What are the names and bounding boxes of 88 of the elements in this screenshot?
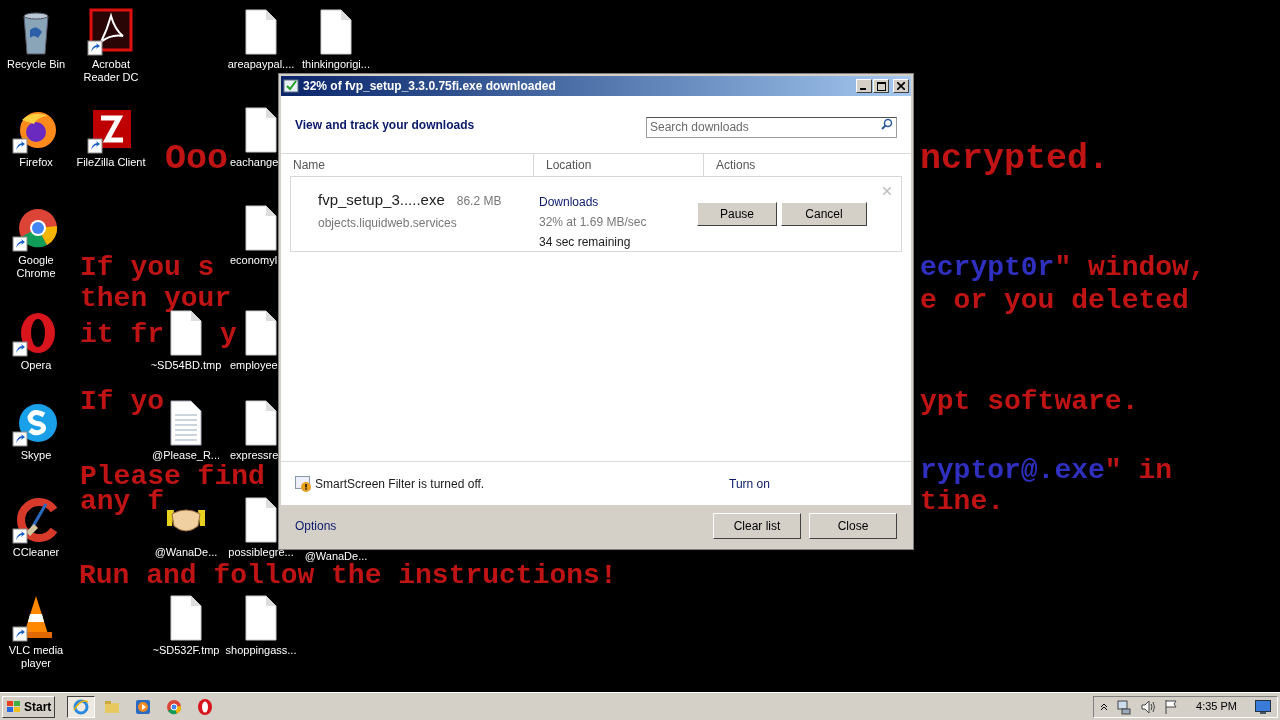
speaker-icon[interactable] [1140, 698, 1157, 715]
flag-icon[interactable] [1164, 698, 1179, 715]
wallpaper-text: ypt software. [920, 391, 1139, 413]
minimize-button[interactable] [856, 79, 872, 93]
desktop-icon-label[interactable]: employee [230, 359, 278, 372]
turn-on-link[interactable]: Turn on [729, 474, 770, 493]
close-icon [897, 82, 905, 90]
desktop-icon-label[interactable]: @WanaDe... [299, 550, 373, 563]
column-header[interactable]: Name [293, 156, 325, 174]
dialog-button[interactable]: Pause [697, 201, 777, 226]
dialog-button[interactable]: Cancel [781, 201, 867, 226]
file-name: fvp_setup_3.....exe [318, 190, 445, 210]
desktop-icon-label[interactable]: Skype [0, 449, 73, 462]
browser-icon [72, 697, 91, 716]
file-icon[interactable] [245, 205, 277, 251]
desktop-icon-label[interactable]: Acrobat Reader DC [74, 58, 148, 84]
wallpaper-text: any f [80, 491, 164, 513]
search-icon[interactable] [881, 118, 893, 130]
wallpaper-text: ryptor@.exe" in [920, 460, 1173, 482]
taskbar-app-button[interactable] [67, 695, 96, 718]
desktop-icon-label[interactable]: thinkingorigi... [299, 58, 373, 71]
media-player-icon [134, 697, 153, 716]
chevron-up-icon[interactable] [1100, 702, 1109, 711]
desktop-icon-label[interactable]: economyl [230, 254, 278, 267]
desktop-icon-label[interactable]: eachange [230, 156, 279, 169]
wallpaper-text: it fr [80, 324, 164, 346]
wallpaper-text: If you s [80, 257, 215, 279]
network-icon[interactable] [1116, 698, 1133, 715]
start-button[interactable]: Start [2, 695, 56, 718]
desktop-icon-label[interactable]: Google Chrome [0, 254, 73, 280]
desktop-icon-label[interactable]: VLC media player [0, 644, 73, 670]
desktop-icon-label[interactable]: ~SD532F.tmp [149, 644, 223, 657]
column-header[interactable]: Actions [716, 156, 756, 174]
wallpaper-text: e or you deleted [920, 290, 1189, 312]
dialog-button[interactable]: Clear list [713, 513, 801, 539]
browser-icon [196, 697, 215, 716]
wallpaper-text: Please find [80, 466, 265, 488]
file-icon[interactable] [245, 400, 277, 446]
file-icon[interactable] [245, 9, 277, 55]
column-header[interactable]: Location [546, 156, 592, 174]
download-source: objects.liquidweb.services [318, 214, 458, 232]
text-file-icon[interactable] [170, 400, 202, 446]
file-icon[interactable] [320, 9, 352, 55]
options-link[interactable]: Options [295, 517, 713, 535]
shield-warning-icon [295, 475, 312, 492]
file-icon[interactable] [170, 310, 202, 356]
dialog-button[interactable]: Close [809, 513, 897, 539]
download-icon [283, 78, 299, 94]
file-icon[interactable] [245, 497, 277, 543]
close-button[interactable] [893, 79, 909, 93]
wallpaper-text: If yo [80, 391, 164, 413]
maximize-button[interactable] [873, 79, 889, 93]
wallpaper-text: ecrypt0r" window, [920, 257, 1206, 279]
desktop-icon-label[interactable]: Recycle Bin [0, 58, 73, 71]
time-remaining: 34 sec remaining [539, 234, 632, 251]
desktop-icon-label[interactable]: FileZilla Client [74, 156, 148, 169]
desktop-icon-label[interactable]: areapaypal.... [224, 58, 298, 71]
wallpaper-text: y [220, 324, 237, 346]
desktop-icon-label[interactable]: shoppingass... [224, 644, 298, 657]
file-icon[interactable] [245, 107, 277, 153]
windows-logo-icon [6, 699, 22, 714]
show-desktop-icon[interactable] [1255, 699, 1271, 714]
desktop-icon-label[interactable]: Firefox [0, 156, 73, 169]
desktop-icon-label[interactable]: expressre [230, 449, 279, 462]
desktop-icon-label[interactable]: @Please_R... [149, 449, 223, 462]
window-title: 32% of fvp_setup_3.3.0.75fi.exe downloaded [303, 78, 557, 95]
file-size: 86.2 MB [456, 193, 502, 210]
download-speed: 32% at 1.69 MB/sec [539, 214, 648, 231]
search-field[interactable]: Search downloads [646, 116, 897, 138]
wallpaper-text: then your [80, 288, 232, 310]
maximize-icon [876, 81, 886, 91]
desktop-icon-label[interactable]: possiblegre... [224, 546, 298, 559]
file-icon[interactable] [245, 310, 277, 356]
file-icon[interactable] [245, 595, 277, 641]
location-link[interactable]: Downloads [539, 192, 599, 212]
desktop-icon-label[interactable]: @WanaDe... [149, 546, 223, 559]
wallpaper-text: ncrypted. [920, 144, 1110, 174]
desktop-icon-label[interactable]: CCleaner [0, 546, 73, 559]
desktop-icon-label[interactable]: Opera [0, 359, 73, 372]
browser-icon [165, 697, 184, 716]
wallpaper-text: tine. [920, 491, 1004, 513]
smartscreen-message: SmartScreen Filter is turned off. [315, 475, 486, 493]
wallpaper-text: Ooo [165, 144, 228, 174]
wallpaper-text: Run and follow the instructions! [79, 565, 617, 587]
file-icon[interactable] [170, 595, 202, 641]
desktop-icon-label[interactable]: ~SD54BD.tmp [149, 359, 223, 372]
clock[interactable]: 4:35 PM [1196, 698, 1237, 715]
page-heading: View and track your downloads [295, 116, 475, 134]
